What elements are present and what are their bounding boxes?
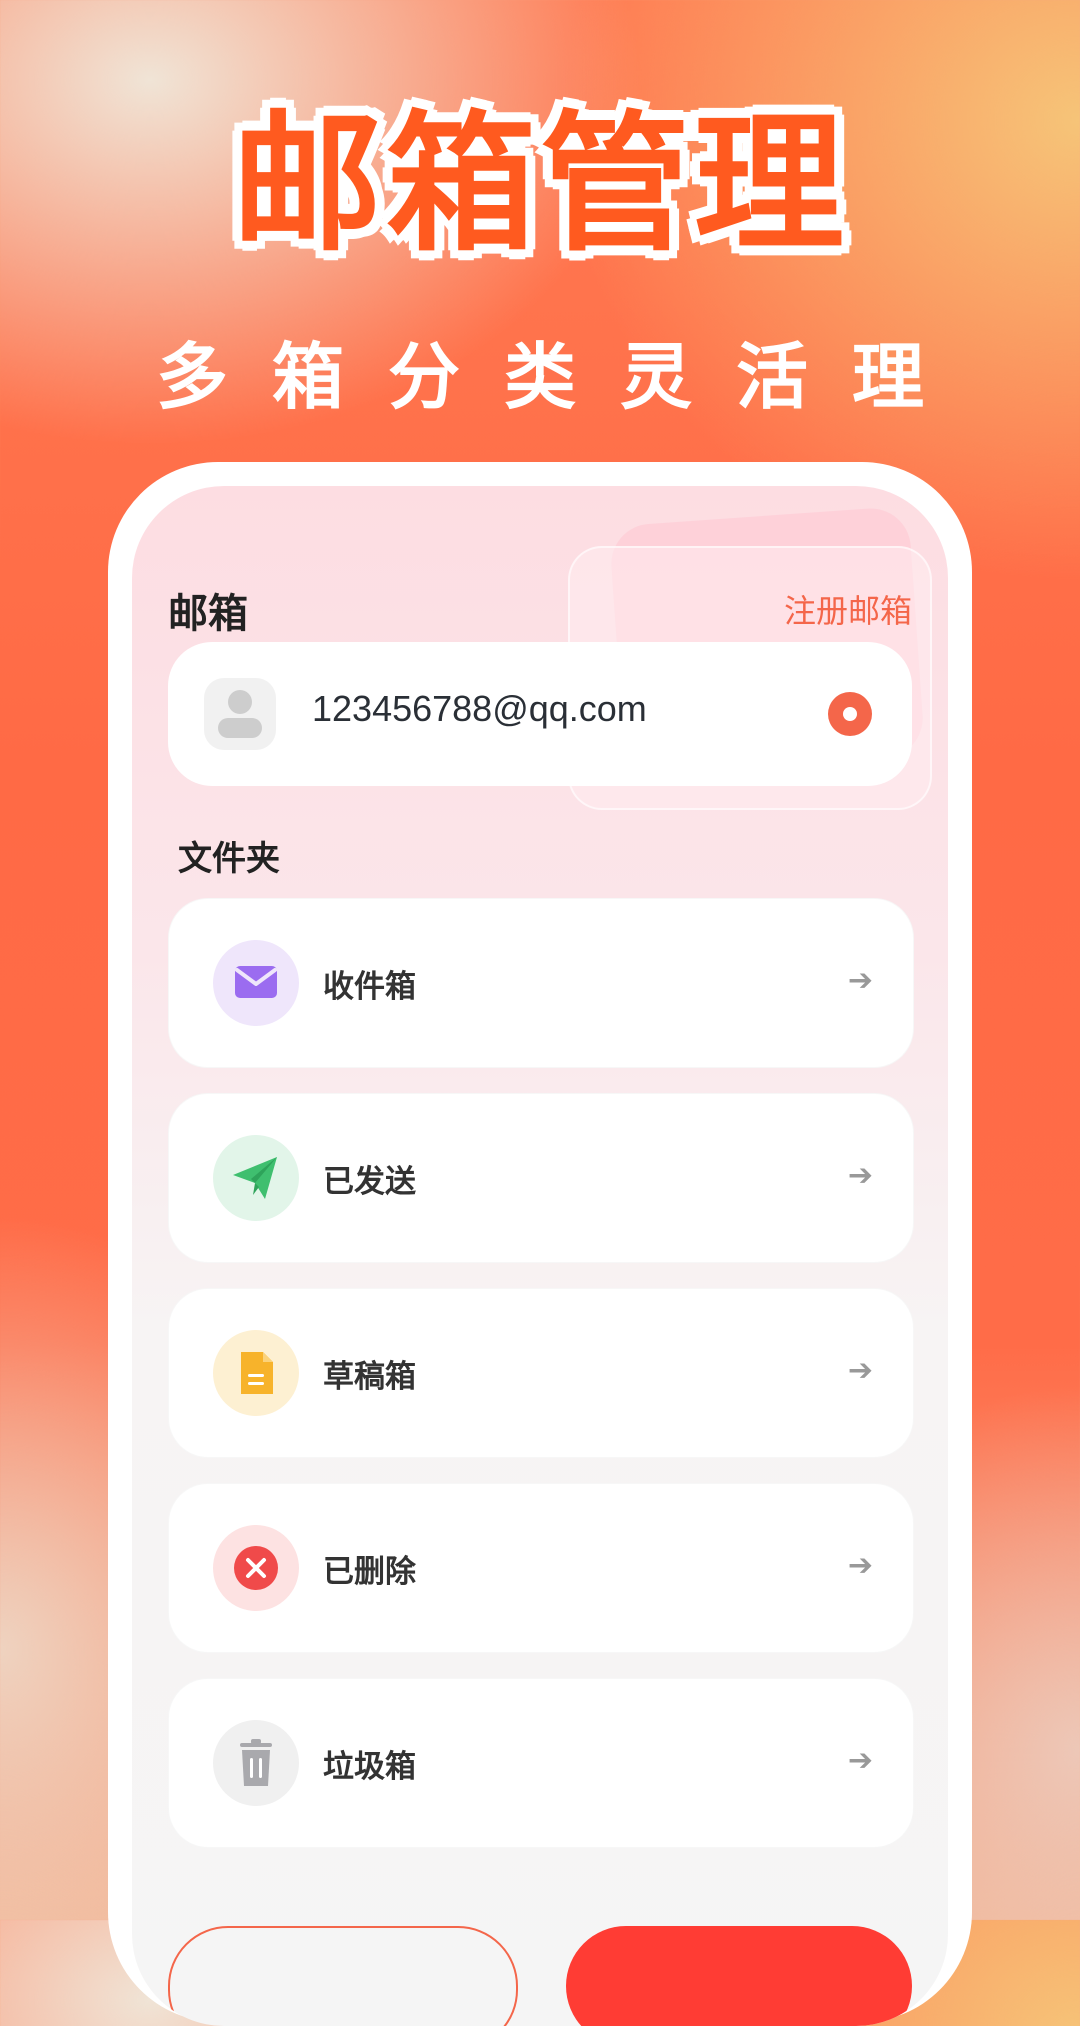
- secondary-button[interactable]: [168, 1926, 518, 2026]
- folder-item-deleted[interactable]: 已删除 ➔: [168, 1483, 914, 1653]
- folder-label: 已发送: [323, 1164, 416, 1200]
- arrow-right-icon: ➔: [847, 963, 873, 998]
- close-circle-icon: [213, 1525, 299, 1611]
- folders-section-title: 文件夹: [178, 839, 280, 879]
- document-icon: [213, 1330, 299, 1416]
- arrow-right-icon: ➔: [847, 1158, 873, 1193]
- primary-button[interactable]: [566, 1926, 912, 2026]
- folder-label: 已删除: [323, 1554, 416, 1590]
- account-card[interactable]: 123456788@qq.com: [168, 642, 912, 786]
- arrow-right-icon: ➔: [847, 1743, 873, 1778]
- arrow-right-icon: ➔: [847, 1548, 873, 1583]
- register-mailbox-link[interactable]: 注册邮箱: [784, 586, 912, 632]
- folder-item-inbox[interactable]: 收件箱 ➔: [168, 898, 914, 1068]
- mailbox-section-title: 邮箱: [168, 591, 248, 637]
- envelope-icon: [213, 940, 299, 1026]
- avatar: [204, 678, 276, 750]
- phone-screen: 邮箱 注册邮箱 123456788@qq.com 文件夹 收件箱 ➔ 已发送 ➔…: [132, 486, 948, 2026]
- promo-title: 邮箱管理: [231, 98, 848, 272]
- avatar-body-icon: [218, 718, 262, 738]
- paper-plane-icon: [213, 1135, 299, 1221]
- trash-icon: [213, 1720, 299, 1806]
- promo-subtitle: 多箱分类灵活理: [155, 335, 968, 419]
- folder-item-trash[interactable]: 垃圾箱 ➔: [168, 1678, 914, 1848]
- folder-item-sent[interactable]: 已发送 ➔: [168, 1093, 914, 1263]
- folder-label: 垃圾箱: [323, 1749, 416, 1785]
- phone-frame: 邮箱 注册邮箱 123456788@qq.com 文件夹 收件箱 ➔ 已发送 ➔…: [108, 462, 972, 2026]
- account-selected-radio[interactable]: [828, 692, 872, 736]
- avatar-head-icon: [228, 690, 252, 714]
- folder-label: 草稿箱: [323, 1359, 416, 1395]
- folder-label: 收件箱: [323, 969, 416, 1005]
- folder-item-drafts[interactable]: 草稿箱 ➔: [168, 1288, 914, 1458]
- arrow-right-icon: ➔: [847, 1353, 873, 1388]
- account-email: 123456788@qq.com: [312, 688, 647, 729]
